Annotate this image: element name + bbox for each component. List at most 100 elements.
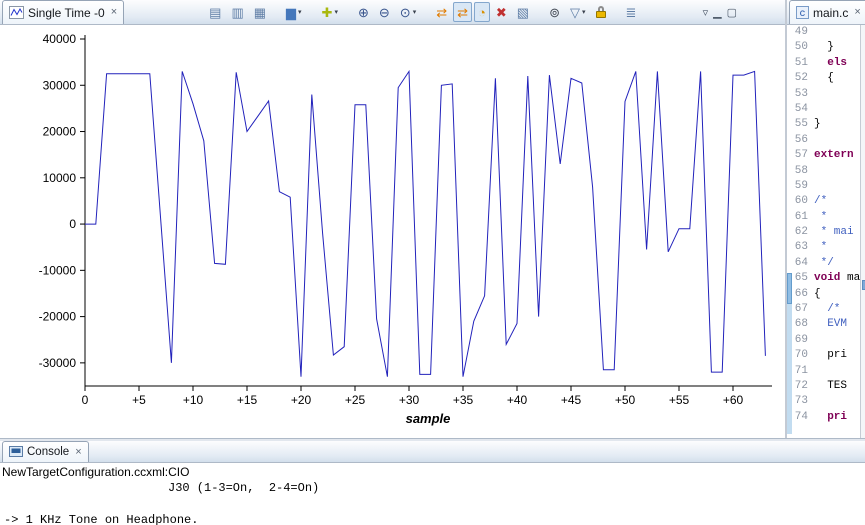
code-text: void ma xyxy=(814,272,861,285)
line-number: 70 xyxy=(794,349,808,362)
code-text: EVM xyxy=(827,318,848,331)
svg-text:+55: +55 xyxy=(669,393,690,407)
svg-text:+30: +30 xyxy=(399,393,420,407)
editor-body[interactable]: 49 50 } 51 els 52 {53 54 55} 56 57 extern 58 59 60/… xyxy=(787,25,865,438)
search-icon[interactable]: ⊚ xyxy=(545,2,564,22)
display-data-icon: ▥ xyxy=(231,4,244,20)
code-line: 60 /* xyxy=(792,194,860,209)
console-icon xyxy=(9,446,23,458)
svg-text:+10: +10 xyxy=(183,393,204,407)
close-icon[interactable]: × xyxy=(75,446,81,458)
console-pane: Console × NewTargetConfiguration.ccxml:C… xyxy=(0,441,865,525)
legend-icon[interactable]: ≣ xyxy=(622,2,641,22)
overview-ruler[interactable] xyxy=(860,25,865,438)
close-icon[interactable]: × xyxy=(854,7,860,18)
console-output[interactable]: NewTargetConfiguration.ccxml:CIO J30 (1-3… xyxy=(0,463,865,525)
code-text: * xyxy=(814,210,828,223)
svg-text:+40: +40 xyxy=(507,393,528,407)
code-text: pri xyxy=(827,410,848,423)
line-number: 71 xyxy=(794,364,808,377)
signal-type-icon[interactable]: ▆ ▾ xyxy=(282,2,306,22)
svg-text:sample: sample xyxy=(406,411,451,426)
code-line: 73 xyxy=(792,394,860,409)
line-number: 72 xyxy=(794,379,808,392)
zoom-out-icon[interactable]: ⊖ xyxy=(375,2,394,22)
code-text: extern xyxy=(814,149,854,162)
legend-icon: ≣ xyxy=(625,4,637,20)
waveform-line xyxy=(85,69,766,377)
continuous-refresh-icon[interactable]: ⇄ xyxy=(453,2,473,22)
line-number: 62 xyxy=(794,226,808,239)
application-window: Single Time -0 × ▤ ▥ ▦ ▆ ▾ ✚ ▾ ⊕ ⊖ ⊙ ▾ ⇄ ⇄ ◔ ✖ ▧ ⊚ ▽ ▾ ≣ ▿ ▁… xyxy=(0,0,865,525)
console-tabbar: Console × xyxy=(0,441,865,463)
line-number: 59 xyxy=(794,179,808,192)
code-line: 58 xyxy=(792,164,860,179)
zoom-in-icon[interactable]: ⊕ xyxy=(354,2,373,22)
export-graph-icon: ▧ xyxy=(516,4,530,20)
svg-text:30000: 30000 xyxy=(43,78,77,92)
editor-pane: c main.c × 49 50 } 51 els 52 {53 54 55} 56 57 ex… xyxy=(787,0,865,438)
svg-text:+35: +35 xyxy=(453,393,474,407)
code-text: { xyxy=(814,287,821,300)
code-line: 49 xyxy=(792,25,860,40)
code-line: 59 xyxy=(792,179,860,194)
view-window-controls: ▿ ▁ ▢ xyxy=(703,0,737,24)
maximize-icon[interactable]: ▢ xyxy=(727,6,737,19)
dropdown-arrow-icon[interactable]: ▾ xyxy=(334,8,338,16)
auto-scale-icon[interactable]: ◔ xyxy=(474,2,490,22)
dropdown-arrow-icon[interactable]: ▾ xyxy=(298,8,302,16)
chart-area[interactable]: 40000 30000 20000 10000 0 -10000 -20000 -30000 0… xyxy=(0,25,785,438)
filter-icon[interactable]: ▽ ▾ xyxy=(566,2,590,22)
svg-text:-30000: -30000 xyxy=(39,356,77,370)
line-number: 67 xyxy=(794,303,808,316)
line-number: 73 xyxy=(794,395,808,408)
view-menu-icon[interactable]: ▿ xyxy=(703,6,709,19)
svg-text:20000: 20000 xyxy=(43,125,77,139)
code-text: TES xyxy=(814,379,848,392)
console-line: -> 1 KHz Tone on Headphone. xyxy=(4,513,199,525)
filter-icon: ▽ xyxy=(569,4,580,20)
grid-toggle-icon: ▦ xyxy=(253,4,267,20)
dropdown-arrow-icon[interactable]: ▾ xyxy=(582,8,586,16)
refresh-icon[interactable]: ⇄ xyxy=(432,2,451,22)
upper-area: Single Time -0 × ▤ ▥ ▦ ▆ ▾ ✚ ▾ ⊕ ⊖ ⊙ ▾ ⇄ ⇄ ◔ ✖ ▧ ⊚ ▽ ▾ ≣ ▿ ▁… xyxy=(0,0,865,438)
add-graph-icon[interactable]: ✚ ▾ xyxy=(318,2,342,22)
code-line: 67 /* xyxy=(792,302,860,317)
waveform-tab-icon xyxy=(9,6,24,19)
tab-single-time[interactable]: Single Time -0 × xyxy=(2,0,125,24)
tab-main-c[interactable]: c main.c × xyxy=(789,0,865,24)
zoom-mode-icon[interactable]: ⊙ ▾ xyxy=(396,2,420,22)
code-text: * xyxy=(814,241,828,254)
dropdown-arrow-icon[interactable]: ▾ xyxy=(413,8,417,16)
freeze-icon[interactable] xyxy=(592,2,610,22)
export-graph-icon[interactable]: ▧ xyxy=(513,2,533,22)
line-number: 52 xyxy=(794,72,808,85)
code-text: els xyxy=(827,56,848,69)
line-number: 51 xyxy=(794,56,808,69)
range-marker xyxy=(787,273,792,305)
code-line: 70 pri xyxy=(792,348,860,363)
grid-toggle-icon[interactable]: ▦ xyxy=(250,2,270,22)
line-number: 66 xyxy=(794,287,808,300)
zoom-out-icon: ⊖ xyxy=(378,4,390,20)
close-icon[interactable]: × xyxy=(111,7,117,18)
cursor-data-icon[interactable]: ▤ xyxy=(205,2,225,22)
graph-tabbar: Single Time -0 × ▤ ▥ ▦ ▆ ▾ ✚ ▾ ⊕ ⊖ ⊙ ▾ ⇄ ⇄ ◔ ✖ ▧ ⊚ ▽ ▾ ≣ ▿ ▁… xyxy=(0,0,785,25)
display-data-icon[interactable]: ▥ xyxy=(227,2,247,22)
cursor-data-icon: ▤ xyxy=(209,4,222,20)
svg-text:+20: +20 xyxy=(291,393,312,407)
code-line: 65 void ma xyxy=(792,271,860,286)
svg-text:0: 0 xyxy=(82,393,89,407)
code-line: 53 xyxy=(792,87,860,102)
graph-toolbar: ▤ ▥ ▦ ▆ ▾ ✚ ▾ ⊕ ⊖ ⊙ ▾ ⇄ ⇄ ◔ ✖ ▧ ⊚ ▽ ▾ ≣ xyxy=(204,0,641,24)
zoom-in-icon: ⊕ xyxy=(357,4,369,20)
clear-graph-icon[interactable]: ✖ xyxy=(492,2,511,22)
code-line: 54 xyxy=(792,102,860,117)
code-view[interactable]: 49 50 } 51 els 52 {53 54 55} 56 57 extern 58 59 60/… xyxy=(792,25,860,438)
line-number: 74 xyxy=(794,410,808,423)
line-number: 69 xyxy=(794,333,808,346)
code-line: 69 xyxy=(792,333,860,348)
minimize-icon[interactable]: ▁ xyxy=(713,6,721,19)
tab-console[interactable]: Console × xyxy=(2,441,89,462)
tab-label: Single Time -0 xyxy=(28,5,105,20)
